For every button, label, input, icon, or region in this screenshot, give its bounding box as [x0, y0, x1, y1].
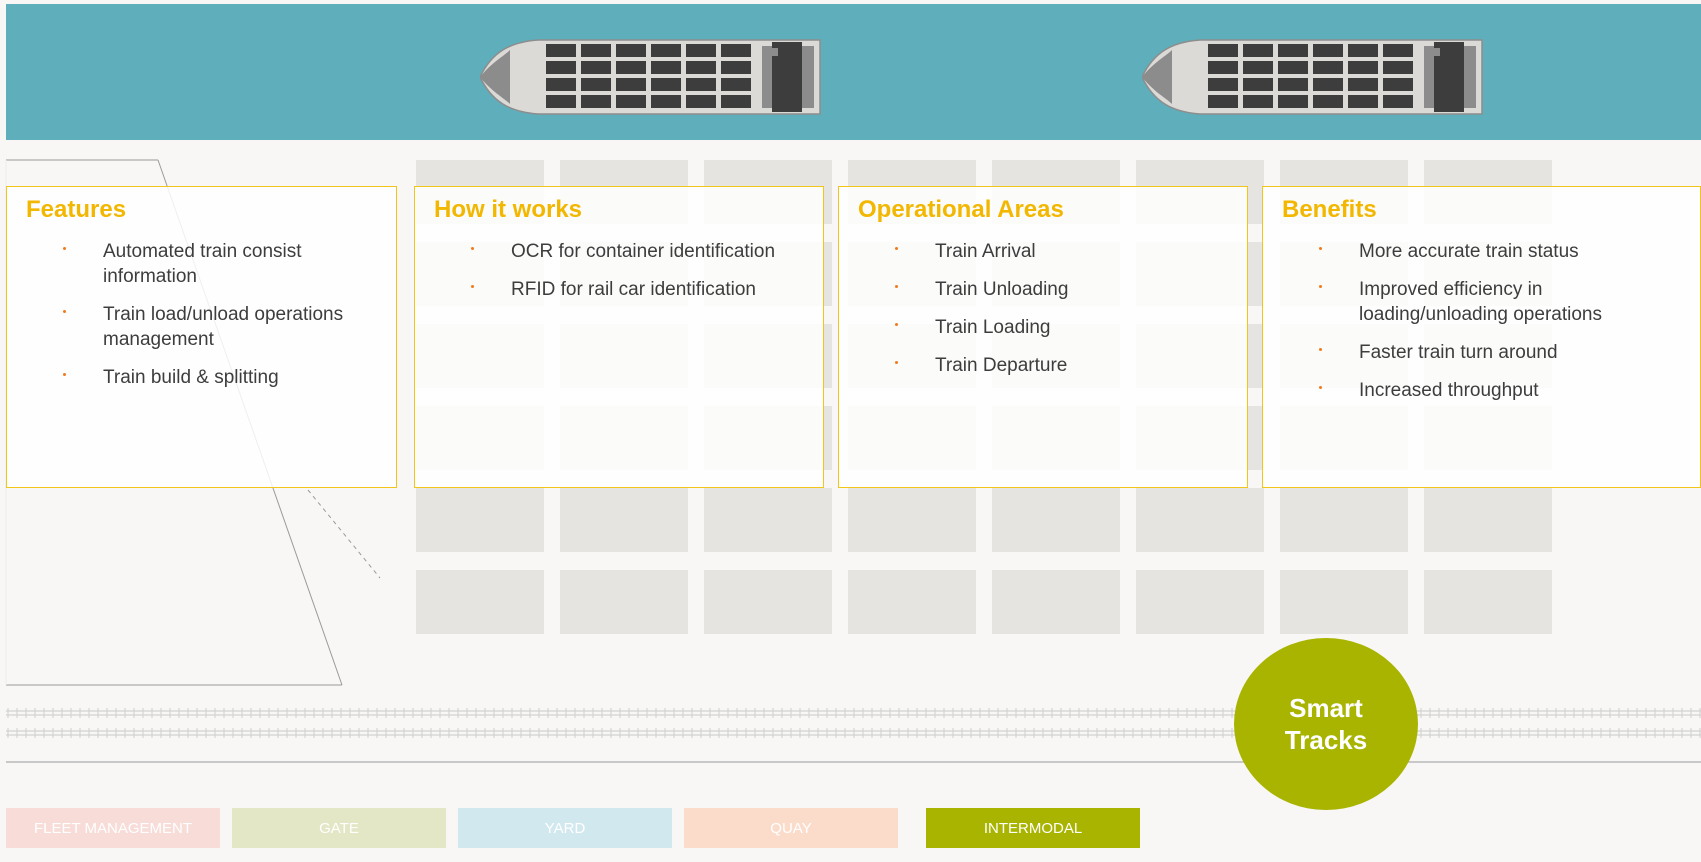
list-item: Train Arrival	[895, 239, 1237, 264]
bullet-icon	[63, 247, 66, 250]
list-item: Train Departure	[895, 353, 1237, 378]
features-item-text: Train build & splitting	[103, 367, 279, 388]
list-item: Train load/unload operations management	[63, 302, 386, 352]
list-item: Automated train consist information	[63, 239, 386, 289]
list-item: OCR for container identification	[471, 239, 813, 264]
benefits-item-text: Improved efficiency in loading/unloading…	[1359, 279, 1602, 325]
container-block	[560, 488, 688, 552]
container-block	[1136, 488, 1264, 552]
bullet-icon	[1319, 386, 1322, 389]
how-it-works-list: OCR for container identification RFID fo…	[471, 239, 813, 315]
bullet-icon	[1319, 285, 1322, 288]
benefits-item-text: Increased throughput	[1359, 380, 1539, 401]
container-block	[992, 488, 1120, 552]
tab-fleet-management[interactable]: FLEET MANAGEMENT	[6, 808, 220, 848]
bullet-icon	[471, 285, 474, 288]
list-item: Train Loading	[895, 315, 1237, 340]
operational-areas-card: Operational Areas Train Arrival Train Un…	[838, 186, 1248, 488]
list-item: Faster train turn around	[1319, 340, 1690, 365]
container-block	[416, 570, 544, 634]
container-block	[1280, 488, 1408, 552]
list-item: More accurate train status	[1319, 239, 1690, 264]
container-block	[704, 570, 832, 634]
smart-tracks-line1: Smart	[1289, 693, 1363, 723]
operational-areas-list: Train Arrival Train Unloading Train Load…	[895, 239, 1237, 391]
container-block	[848, 570, 976, 634]
bullet-icon	[1319, 348, 1322, 351]
list-item: Increased throughput	[1319, 378, 1690, 403]
bullet-icon	[63, 310, 66, 313]
benefits-card: Benefits More accurate train status Impr…	[1262, 186, 1701, 488]
tab-quay[interactable]: QUAY	[684, 808, 898, 848]
ops-item-text: Train Departure	[935, 355, 1068, 376]
ops-item-text: Train Loading	[935, 317, 1051, 338]
list-item: Train Unloading	[895, 277, 1237, 302]
container-block	[1136, 570, 1264, 634]
list-item: RFID for rail car identification	[471, 277, 813, 302]
container-block	[992, 570, 1120, 634]
how-item-text: OCR for container identification	[511, 241, 776, 262]
bullet-icon	[895, 247, 898, 250]
bullet-icon	[895, 361, 898, 364]
container-block	[704, 488, 832, 552]
list-item: Improved efficiency in loading/unloading…	[1319, 277, 1690, 327]
ops-item-text: Train Arrival	[935, 241, 1036, 262]
bullet-icon	[895, 323, 898, 326]
container-block	[1424, 488, 1552, 552]
container-block	[416, 488, 544, 552]
container-block	[1424, 570, 1552, 634]
tab-gate[interactable]: GATE	[232, 808, 446, 848]
bullet-icon	[471, 247, 474, 250]
operational-areas-title: Operational Areas	[858, 196, 1064, 223]
list-item: Train build & splitting	[63, 365, 386, 390]
benefits-item-text: More accurate train status	[1359, 241, 1579, 262]
benefits-list: More accurate train status Improved effi…	[1319, 239, 1690, 416]
bullet-icon	[63, 373, 66, 376]
features-list: Automated train consist information Trai…	[63, 239, 386, 403]
bullet-icon	[895, 285, 898, 288]
container-block	[848, 488, 976, 552]
how-it-works-card: How it works OCR for container identific…	[414, 186, 824, 488]
how-item-text: RFID for rail car identification	[511, 279, 756, 300]
benefits-item-text: Faster train turn around	[1359, 342, 1558, 363]
intermodal-slide: Features Automated train consist informa…	[0, 0, 1701, 862]
how-it-works-title: How it works	[434, 196, 583, 223]
features-item-text: Automated train consist information	[103, 241, 302, 287]
bullet-icon	[1319, 247, 1322, 250]
benefits-title: Benefits	[1282, 196, 1377, 223]
features-card: Features Automated train consist informa…	[6, 186, 397, 488]
smart-tracks-badge: Smart Tracks	[1234, 638, 1418, 810]
features-item-text: Train load/unload operations management	[103, 304, 344, 350]
smart-tracks-line2: Tracks	[1284, 725, 1368, 755]
container-block	[560, 570, 688, 634]
tab-intermodal[interactable]: INTERMODAL	[926, 808, 1140, 848]
ops-item-text: Train Unloading	[935, 279, 1069, 300]
features-title: Features	[26, 196, 127, 223]
container-block	[1280, 570, 1408, 634]
tab-yard[interactable]: YARD	[458, 808, 672, 848]
